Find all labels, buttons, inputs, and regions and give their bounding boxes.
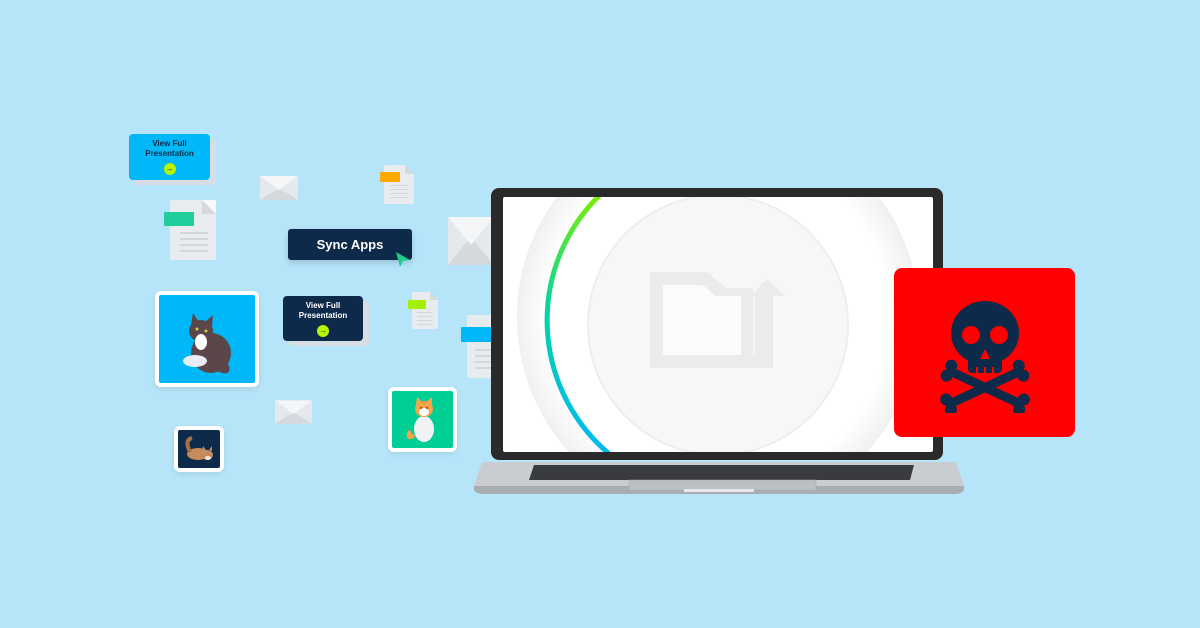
arrow-right-icon[interactable]: → bbox=[163, 163, 176, 175]
sync-progress-graphic bbox=[517, 197, 919, 452]
laptop-screen bbox=[503, 197, 933, 452]
cursor-pointer-icon bbox=[396, 252, 410, 267]
folder-upload-icon bbox=[650, 272, 785, 368]
card-title-line1: View Full bbox=[305, 300, 341, 310]
arrow-right-icon[interactable]: → bbox=[317, 324, 329, 337]
card-title-line2: Presentation bbox=[145, 149, 194, 158]
cat-illustration bbox=[185, 436, 213, 460]
cat-image-tile[interactable] bbox=[155, 291, 259, 387]
cat-illustration bbox=[183, 313, 231, 374]
skull-crossbones-icon bbox=[939, 300, 1030, 413]
document-tab bbox=[408, 300, 426, 309]
cat-image-tile[interactable] bbox=[388, 387, 457, 452]
view-presentation-card-blue[interactable]: View Full Presentation → bbox=[129, 134, 210, 180]
keyboard bbox=[529, 465, 914, 480]
laptop-base bbox=[474, 462, 964, 494]
document-icon bbox=[380, 165, 414, 204]
envelope-icon bbox=[448, 217, 494, 265]
envelope-icon bbox=[275, 400, 312, 424]
document-tab bbox=[461, 327, 495, 342]
card-title-line1: View Full bbox=[152, 139, 187, 148]
document-icon bbox=[164, 200, 216, 260]
view-presentation-card-navy[interactable]: View Full Presentation → bbox=[283, 296, 363, 341]
cat-image-tile[interactable] bbox=[174, 426, 224, 472]
cat-illustration bbox=[406, 397, 434, 442]
trackpad bbox=[628, 479, 817, 491]
document-tab bbox=[164, 212, 194, 226]
danger-card bbox=[894, 268, 1075, 437]
envelope-icon bbox=[260, 176, 298, 200]
document-tab bbox=[380, 172, 400, 182]
card-title-line2: Presentation bbox=[298, 310, 348, 320]
document-icon bbox=[408, 292, 438, 329]
